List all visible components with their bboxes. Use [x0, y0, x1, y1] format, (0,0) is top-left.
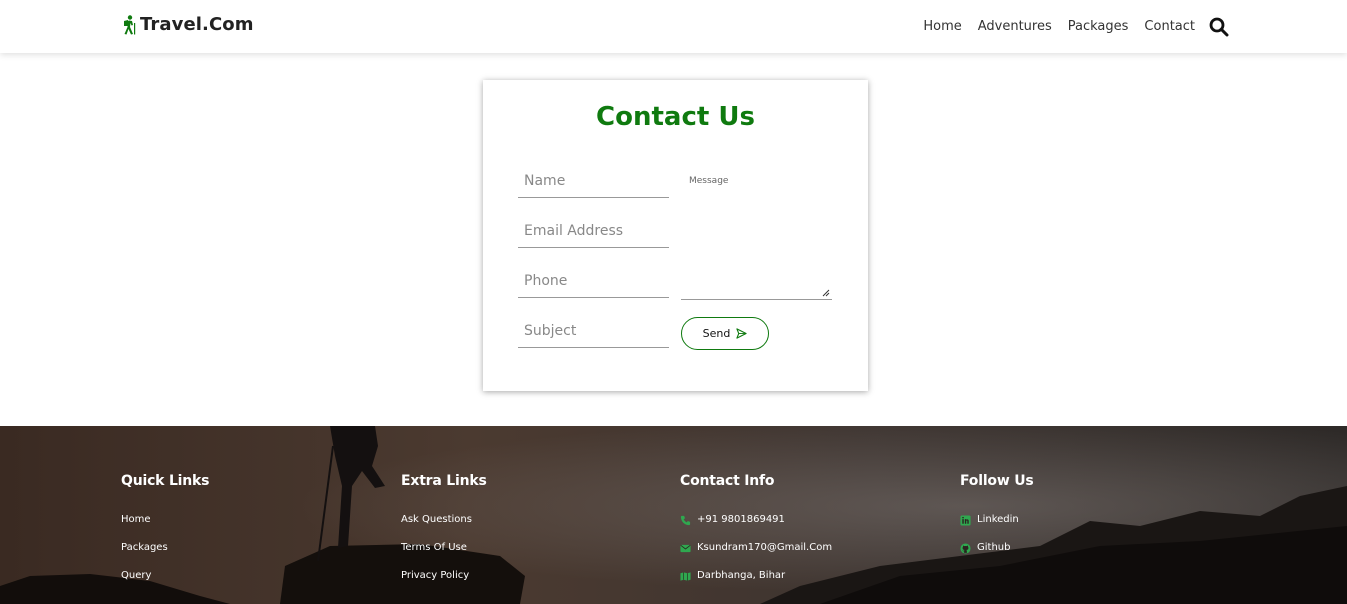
footer-phone-text: +91 9801869491	[697, 514, 785, 525]
follow-us-title: Follow Us	[960, 473, 1034, 489]
footer-link-ask-questions-label: Ask Questions	[401, 514, 472, 525]
paper-plane-icon	[736, 328, 747, 339]
message-textarea[interactable]	[681, 170, 832, 299]
main-nav: Home Adventures Packages Contact	[907, 0, 1229, 53]
resize-handle-icon[interactable]	[822, 289, 830, 297]
contact-info-column: Contact Info +91 9801869491 Ksundram170@…	[680, 473, 832, 598]
footer-link-packages-label: Packages	[121, 542, 168, 553]
footer-phone[interactable]: +91 9801869491	[680, 506, 832, 534]
footer-link-home[interactable]: Home	[121, 506, 209, 534]
phone-field-wrapper	[518, 265, 669, 298]
footer-linkedin[interactable]: Linkedin	[960, 506, 1034, 534]
envelope-icon	[680, 544, 691, 552]
footer-linkedin-text: Linkedin	[977, 514, 1019, 525]
footer-github-text: Github	[977, 542, 1011, 553]
extra-links-title: Extra Links	[401, 473, 487, 489]
name-field-wrapper	[518, 165, 669, 198]
hiker-icon	[124, 14, 136, 34]
search-icon[interactable]	[1209, 17, 1229, 37]
email-input[interactable]	[518, 215, 669, 247]
name-input[interactable]	[518, 165, 669, 197]
nav-home[interactable]: Home	[923, 19, 961, 34]
quick-links-column: Quick Links Home Packages Query	[121, 473, 209, 598]
phone-icon	[680, 515, 691, 525]
nav-packages[interactable]: Packages	[1068, 19, 1129, 34]
contact-title: Contact Us	[596, 102, 755, 132]
footer-link-ask-questions[interactable]: Ask Questions	[401, 506, 487, 534]
footer-link-privacy-label: Privacy Policy	[401, 570, 470, 581]
phone-input[interactable]	[518, 265, 669, 297]
footer-link-query-label: Query	[121, 570, 152, 581]
site-header: Travel.Com Home Adventures Packages Cont…	[0, 0, 1347, 53]
footer-link-terms[interactable]: Terms Of Use	[401, 534, 487, 562]
subject-input[interactable]	[518, 315, 669, 347]
site-footer: Quick Links Home Packages Query Extra Li…	[0, 426, 1347, 604]
footer-address[interactable]: Darbhanga, Bihar	[680, 562, 832, 590]
footer-email[interactable]: Ksundram170@Gmail.Com	[680, 534, 832, 562]
footer-link-terms-label: Terms Of Use	[401, 542, 467, 553]
footer-email-text: Ksundram170@Gmail.Com	[697, 542, 833, 553]
email-field-wrapper	[518, 215, 669, 248]
github-icon	[960, 542, 971, 554]
nav-contact[interactable]: Contact	[1144, 19, 1195, 34]
footer-link-home-label: Home	[121, 514, 151, 525]
linkedin-icon	[960, 514, 971, 526]
send-button[interactable]: Send	[681, 317, 769, 350]
logo[interactable]: Travel.Com	[121, 14, 254, 35]
map-icon	[680, 571, 691, 581]
nav-adventures[interactable]: Adventures	[978, 19, 1052, 34]
footer-github[interactable]: Github	[960, 534, 1034, 562]
contact-form-card: Contact Us Send	[483, 80, 868, 391]
footer-address-text: Darbhanga, Bihar	[697, 570, 786, 581]
logo-text: Travel.Com	[140, 14, 254, 35]
extra-links-column: Extra Links Ask Questions Terms Of Use P…	[401, 473, 487, 598]
send-button-label: Send	[702, 327, 731, 340]
footer-link-query[interactable]: Query	[121, 562, 209, 590]
message-field-wrapper	[681, 170, 832, 300]
follow-us-column: Follow Us Linkedin Github	[960, 473, 1034, 570]
contact-info-title: Contact Info	[680, 473, 775, 489]
quick-links-title: Quick Links	[121, 473, 210, 489]
subject-field-wrapper	[518, 315, 669, 348]
footer-link-packages[interactable]: Packages	[121, 534, 209, 562]
footer-link-privacy[interactable]: Privacy Policy	[401, 562, 487, 590]
